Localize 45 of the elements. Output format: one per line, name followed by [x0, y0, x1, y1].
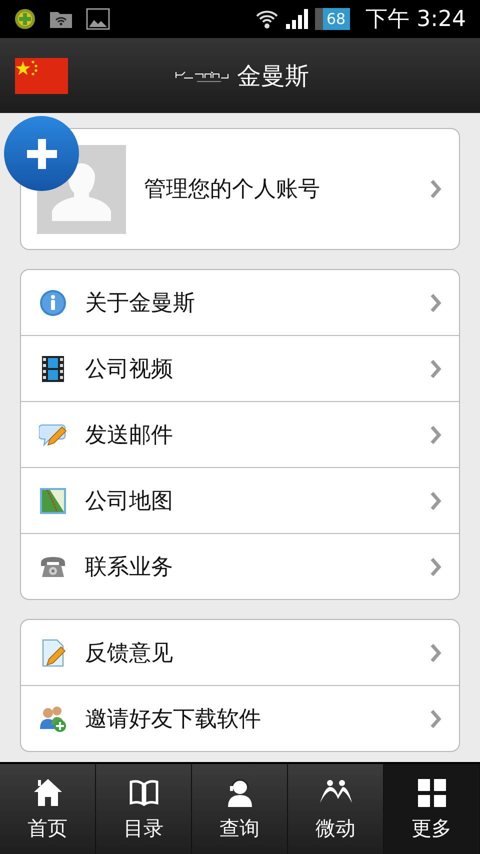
- chevron-icon: [429, 358, 443, 378]
- menu-item[interactable]: 联系业务: [21, 533, 459, 599]
- map-icon: [39, 486, 67, 514]
- add-users-icon: [39, 704, 67, 732]
- tab[interactable]: 目录: [96, 764, 192, 854]
- account-row[interactable]: 管理您的个人账号: [20, 128, 460, 250]
- signal-icon: [284, 9, 308, 29]
- flag-icon: [15, 58, 68, 94]
- film-icon: [39, 354, 67, 382]
- image-icon: [86, 8, 110, 30]
- chevron-icon: [429, 490, 443, 510]
- chevron-icon: [429, 424, 443, 444]
- grid-icon: [416, 776, 448, 808]
- menu-item[interactable]: 公司视频: [21, 335, 459, 401]
- menu-label: 发送邮件: [85, 422, 174, 450]
- tab[interactable]: 更多: [384, 764, 480, 854]
- menu-item[interactable]: 发送邮件: [21, 401, 459, 467]
- menu-label: 邀请好友下载软件: [85, 706, 262, 734]
- account-label: 管理您的个人账号: [144, 176, 321, 204]
- menu-label: 公司地图: [85, 488, 174, 516]
- tab[interactable]: 微动: [288, 764, 384, 854]
- menu-label: 公司视频: [85, 356, 174, 384]
- chevron-icon: [429, 556, 443, 576]
- tab[interactable]: 首页: [0, 764, 96, 854]
- plus-icon: [24, 136, 58, 170]
- menu-item[interactable]: 关于金曼斯: [21, 270, 459, 335]
- folder-icon: [50, 10, 72, 28]
- menu-item[interactable]: 公司地图: [21, 467, 459, 533]
- menu-label: 关于金曼斯: [85, 290, 196, 318]
- status-time: 下午 3:24: [366, 6, 466, 34]
- shield-icon: [14, 8, 36, 30]
- menu-item[interactable]: 反馈意见: [21, 620, 459, 685]
- chevron-icon: [429, 642, 443, 662]
- wifi-icon: [254, 9, 278, 29]
- app-title: 金曼斯: [237, 60, 309, 92]
- menu-label: 反馈意见: [85, 640, 174, 668]
- chevron-icon: [429, 708, 443, 728]
- tab[interactable]: 查询: [192, 764, 288, 854]
- info-icon: [39, 288, 67, 316]
- chevron-icon: [429, 179, 443, 199]
- menu-label: 联系业务: [85, 554, 174, 582]
- chevron-icon: [429, 292, 443, 312]
- battery-level: 68: [314, 8, 350, 30]
- home-icon: [32, 776, 64, 808]
- menu-item[interactable]: 邀请好友下载软件: [21, 685, 459, 751]
